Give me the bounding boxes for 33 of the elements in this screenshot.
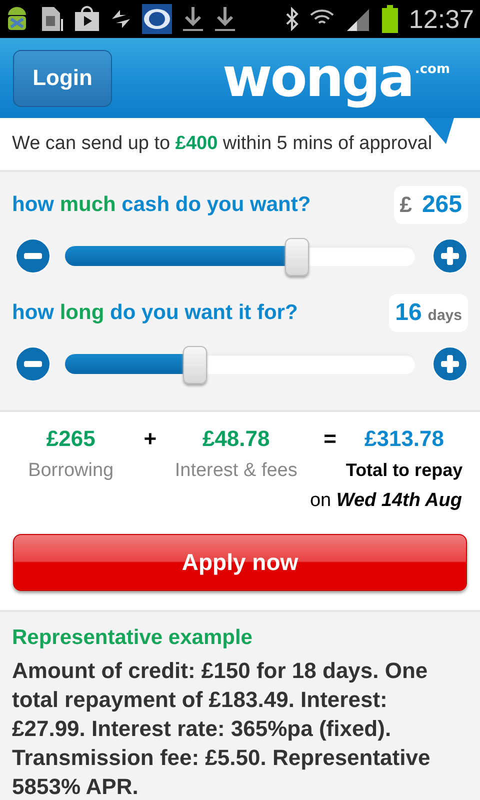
- borrowing-amount: £265: [46, 426, 96, 452]
- download-icon: [214, 5, 236, 33]
- logo: wonga: [222, 46, 413, 110]
- bluetooth-icon: [284, 7, 299, 31]
- clock: 12:37: [408, 4, 474, 34]
- borrowing-label: Borrowing: [28, 460, 114, 482]
- battery-icon: [380, 5, 399, 33]
- minus-button[interactable]: [15, 238, 51, 274]
- download-icon: [182, 5, 204, 33]
- interest-amount: £48.78: [202, 426, 270, 452]
- interest-label: Interest & fees: [174, 460, 298, 482]
- section-title: Representative example: [12, 626, 254, 650]
- apply-button[interactable]: Apply now: [13, 534, 467, 591]
- sim-card-icon: [40, 5, 64, 33]
- total-amount: £313.78: [364, 426, 444, 452]
- equals-sign: =: [324, 426, 337, 452]
- plus-sign: +: [144, 426, 157, 452]
- question-label: how long do you want it for?: [12, 301, 298, 325]
- play-store-icon: [74, 6, 100, 32]
- value-field[interactable]: £ 265: [394, 186, 468, 224]
- value-field[interactable]: 16 days: [389, 294, 468, 332]
- signal-icon: [344, 7, 371, 31]
- login-button[interactable]: Login: [13, 50, 112, 106]
- slider-handle[interactable]: [284, 238, 309, 276]
- minus-button[interactable]: [15, 346, 51, 382]
- logo-suffix: .com: [414, 62, 450, 77]
- question-label: how much cash do you want?: [12, 193, 311, 217]
- plus-button[interactable]: [432, 346, 468, 382]
- repay-date: on Wed 14th Aug: [310, 490, 462, 512]
- representative-text: Amount of credit: £150 for 18 days. One total repayment of £183.49. Interest: £27.99. Interest rate: 365%pa (fixed). Transmission fee: £5.50. Representative 5853% APR.: [12, 657, 432, 800]
- total-label: Total to repay: [346, 460, 463, 481]
- plus-button[interactable]: [432, 238, 468, 274]
- slider-handle[interactable]: [182, 346, 207, 384]
